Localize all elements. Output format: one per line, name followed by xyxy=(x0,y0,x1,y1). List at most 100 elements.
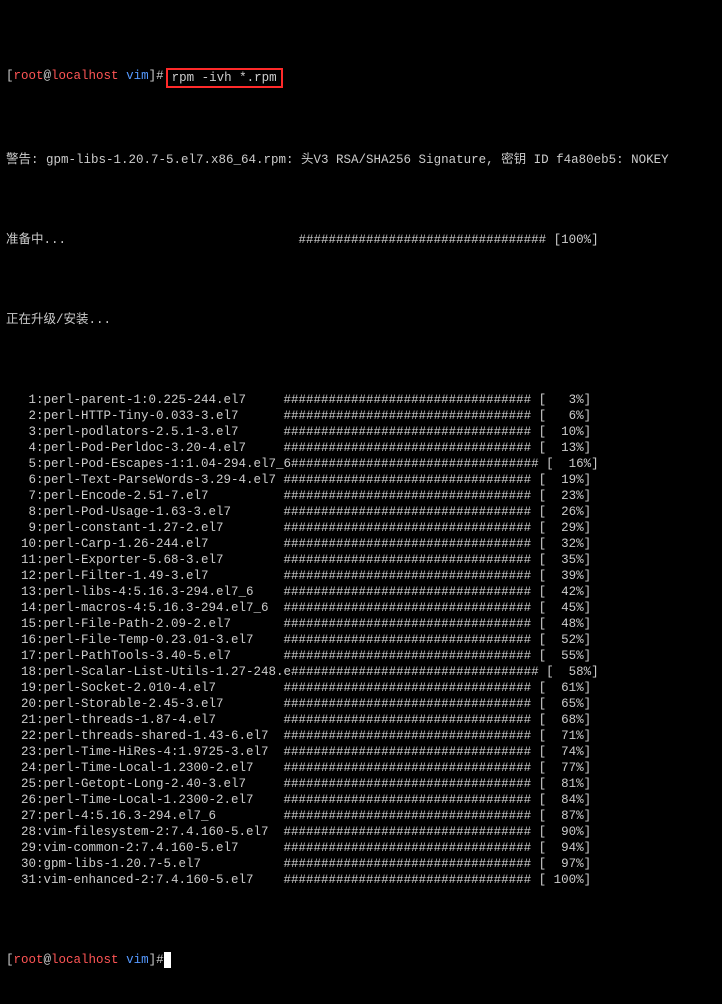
progress-percent: [ 19%] xyxy=(539,472,592,488)
progress-percent: [ 39%] xyxy=(539,568,592,584)
progress-bar: ################################# xyxy=(284,872,539,888)
progress-percent: [ 35%] xyxy=(539,552,592,568)
prompt-line-2[interactable]: [ root @ localhost vim ] # xyxy=(6,952,716,968)
package-row: 15:perl-File-Path-2.09-2.el7 ###########… xyxy=(6,616,716,632)
prompt-bracket-open: [ xyxy=(6,952,14,968)
progress-percent: [ 71%] xyxy=(539,728,592,744)
prompt-host: localhost xyxy=(51,952,119,968)
progress-bar: ################################# xyxy=(284,616,539,632)
prompt-hash: # xyxy=(156,952,164,968)
progress-bar: ################################# xyxy=(291,456,546,472)
progress-percent: [ 55%] xyxy=(539,648,592,664)
progress-percent: [ 94%] xyxy=(539,840,592,856)
prompt-host: localhost xyxy=(51,68,119,88)
package-list: 1:perl-parent-1:0.225-244.el7 ##########… xyxy=(6,392,716,888)
package-row: 8:perl-Pod-Usage-1.63-3.el7 ############… xyxy=(6,504,716,520)
package-name: 3:perl-podlators-2.5.1-3.el7 xyxy=(6,424,284,440)
package-name: 5:perl-Pod-Escapes-1:1.04-294.el7_6 xyxy=(6,456,291,472)
progress-percent: [ 61%] xyxy=(539,680,592,696)
upgrading-label: 正在升级/安装... xyxy=(6,312,111,328)
progress-percent: [ 65%] xyxy=(539,696,592,712)
progress-bar: ################################# xyxy=(284,648,539,664)
package-name: 28:vim-filesystem-2:7.4.160-5.el7 xyxy=(6,824,284,840)
progress-bar: ################################# xyxy=(284,744,539,760)
package-name: 19:perl-Socket-2.010-4.el7 xyxy=(6,680,284,696)
progress-bar: ################################# xyxy=(284,408,539,424)
package-name: 20:perl-Storable-2.45-3.el7 xyxy=(6,696,284,712)
package-name: 4:perl-Pod-Perldoc-3.20-4.el7 xyxy=(6,440,284,456)
preparing-line: 准备中... #################################… xyxy=(6,232,716,248)
progress-percent: [ 13%] xyxy=(539,440,592,456)
package-name: 24:perl-Time-Local-1.2300-2.el7 xyxy=(6,760,284,776)
package-row: 13:perl-libs-4:5.16.3-294.el7_6 ########… xyxy=(6,584,716,600)
progress-percent: [ 52%] xyxy=(539,632,592,648)
package-row: 14:perl-macros-4:5.16.3-294.el7_6 ######… xyxy=(6,600,716,616)
upgrading-header: 正在升级/安装... xyxy=(6,312,716,328)
command-highlight-box: rpm -ivh *.rpm xyxy=(166,68,283,88)
package-name: 17:perl-PathTools-3.40-5.el7 xyxy=(6,648,284,664)
progress-percent: [ 97%] xyxy=(539,856,592,872)
progress-bar: ################################# xyxy=(284,712,539,728)
package-row: 31:vim-enhanced-2:7.4.160-5.el7 ########… xyxy=(6,872,716,888)
progress-bar: ################################# xyxy=(284,504,539,520)
package-row: 26:perl-Time-Local-1.2300-2.el7 ########… xyxy=(6,792,716,808)
package-row: 24:perl-Time-Local-1.2300-2.el7 ########… xyxy=(6,760,716,776)
package-name: 30:gpm-libs-1.20.7-5.el7 xyxy=(6,856,284,872)
progress-bar: ################################# xyxy=(284,440,539,456)
prompt-user: root xyxy=(14,68,44,88)
package-row: 12:perl-Filter-1.49-3.el7 ##############… xyxy=(6,568,716,584)
package-row: 10:perl-Carp-1.26-244.el7 ##############… xyxy=(6,536,716,552)
terminal[interactable]: [ root @ localhost vim ] # rpm -ivh *.rp… xyxy=(0,0,722,1004)
package-row: 11:perl-Exporter-5.68-3.el7 ############… xyxy=(6,552,716,568)
progress-bar: ################################# xyxy=(284,728,539,744)
cursor-block xyxy=(164,952,172,968)
package-name: 7:perl-Encode-2.51-7.el7 xyxy=(6,488,284,504)
progress-bar: ################################# xyxy=(284,392,539,408)
progress-bar: ################################# xyxy=(284,760,539,776)
package-row: 27:perl-4:5.16.3-294.el7_6 #############… xyxy=(6,808,716,824)
progress-percent: [ 26%] xyxy=(539,504,592,520)
package-name: 27:perl-4:5.16.3-294.el7_6 xyxy=(6,808,284,824)
progress-bar: ################################# xyxy=(284,472,539,488)
progress-percent: [ 16%] xyxy=(546,456,599,472)
package-name: 26:perl-Time-Local-1.2300-2.el7 xyxy=(6,792,284,808)
progress-percent: [ 81%] xyxy=(539,776,592,792)
package-row: 22:perl-threads-shared-1.43-6.el7 ######… xyxy=(6,728,716,744)
progress-percent: [ 23%] xyxy=(539,488,592,504)
prompt-line-1: [ root @ localhost vim ] # rpm -ivh *.rp… xyxy=(6,68,716,88)
progress-percent: [ 100%] xyxy=(539,872,592,888)
progress-bar: ################################# xyxy=(291,664,546,680)
progress-bar: ################################# xyxy=(284,552,539,568)
progress-bar: ################################# xyxy=(284,856,539,872)
warning-text: 警告: gpm-libs-1.20.7-5.el7.x86_64.rpm: 头V… xyxy=(6,152,669,168)
prompt-bracket-close: ] xyxy=(149,952,157,968)
progress-percent: [ 29%] xyxy=(539,520,592,536)
progress-bar: ################################# xyxy=(284,632,539,648)
prompt-space xyxy=(119,952,127,968)
prompt-hash: # xyxy=(156,68,164,88)
progress-percent: [ 74%] xyxy=(539,744,592,760)
package-name: 16:perl-File-Temp-0.23.01-3.el7 xyxy=(6,632,284,648)
progress-percent: [ 3%] xyxy=(539,392,592,408)
progress-bar: ################################# xyxy=(284,424,539,440)
package-row: 18:perl-Scalar-List-Utils-1.27-248.e####… xyxy=(6,664,716,680)
package-name: 31:vim-enhanced-2:7.4.160-5.el7 xyxy=(6,872,284,888)
progress-bar: ################################# xyxy=(284,520,539,536)
progress-bar: ################################# xyxy=(284,536,539,552)
package-row: 7:perl-Encode-2.51-7.el7 ###############… xyxy=(6,488,716,504)
prompt-cwd: vim xyxy=(126,68,149,88)
warning-line: 警告: gpm-libs-1.20.7-5.el7.x86_64.rpm: 头V… xyxy=(6,152,716,168)
package-name: 11:perl-Exporter-5.68-3.el7 xyxy=(6,552,284,568)
preparing-label: 准备中... xyxy=(6,232,299,248)
progress-percent: [ 84%] xyxy=(539,792,592,808)
package-row: 16:perl-File-Temp-0.23.01-3.el7 ########… xyxy=(6,632,716,648)
progress-bar: ################################# xyxy=(284,776,539,792)
progress-bar: ################################# xyxy=(284,680,539,696)
progress-percent: [ 45%] xyxy=(539,600,592,616)
package-name: 14:perl-macros-4:5.16.3-294.el7_6 xyxy=(6,600,284,616)
progress-percent: [ 6%] xyxy=(539,408,592,424)
package-row: 3:perl-podlators-2.5.1-3.el7 ###########… xyxy=(6,424,716,440)
progress-percent: [ 58%] xyxy=(546,664,599,680)
prompt-user: root xyxy=(14,952,44,968)
package-name: 2:perl-HTTP-Tiny-0.033-3.el7 xyxy=(6,408,284,424)
